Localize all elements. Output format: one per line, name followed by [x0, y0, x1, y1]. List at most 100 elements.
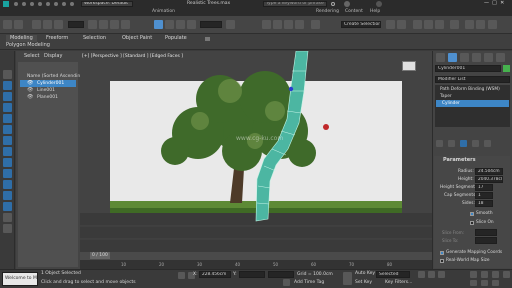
- y-coordinate-field[interactable]: [239, 271, 265, 278]
- scene-explorer-tab-select[interactable]: Select: [24, 53, 39, 60]
- object-name-field[interactable]: Cylinder001: [435, 65, 501, 72]
- ribbon-tab-selection[interactable]: Selection: [83, 35, 106, 42]
- ribbon-tab-object-paint[interactable]: Object Paint: [122, 35, 152, 42]
- remove-modifier-icon[interactable]: [472, 140, 479, 147]
- quick-access-dot[interactable]: [46, 2, 50, 6]
- stack-item-taper[interactable]: Taper: [440, 93, 452, 100]
- set-key-button[interactable]: Set Key: [355, 279, 372, 286]
- ribbon-tab-modeling[interactable]: Modeling: [6, 35, 37, 42]
- pan-icon[interactable]: [481, 271, 488, 278]
- curve-editor-icon[interactable]: [424, 20, 433, 29]
- set-key-icon[interactable]: [343, 272, 352, 285]
- spinner-snap-icon[interactable]: [295, 20, 304, 29]
- z-coordinate-field[interactable]: [268, 271, 294, 278]
- zoom-icon[interactable]: [470, 271, 477, 278]
- walk-through-icon[interactable]: [492, 280, 499, 286]
- freeze-icon[interactable]: [3, 103, 12, 112]
- spacewarps-filter-icon[interactable]: [3, 202, 12, 211]
- slice-on-checkbox[interactable]: [470, 221, 474, 225]
- viewport[interactable]: [+] [Perspective ] [Standard ] [Edged Fa…: [80, 51, 432, 269]
- quick-access-dot[interactable]: [70, 2, 74, 6]
- rect-select-icon[interactable]: [110, 20, 119, 29]
- create-tab-icon[interactable]: [436, 53, 445, 62]
- hide-icon[interactable]: [3, 92, 12, 101]
- quick-access-dot[interactable]: [38, 2, 42, 6]
- maximize-icon[interactable]: [503, 271, 510, 278]
- height-segments-input[interactable]: 17: [475, 184, 493, 191]
- helpers-filter-icon[interactable]: [3, 191, 12, 200]
- undo-icon[interactable]: [3, 20, 12, 29]
- link-icon[interactable]: [32, 20, 41, 29]
- hierarchy-tab-icon[interactable]: [460, 53, 469, 62]
- field-of-view-icon[interactable]: [481, 280, 488, 286]
- visibility-eye-icon[interactable]: 👁: [27, 80, 33, 87]
- smooth-checkbox[interactable]: [470, 212, 474, 216]
- sides-input[interactable]: 18: [475, 200, 493, 207]
- viewport-label[interactable]: [+] [Perspective ] [Standard ] [Edged Fa…: [82, 53, 183, 60]
- ribbon-tab-populate[interactable]: Populate: [165, 35, 187, 42]
- add-time-tag[interactable]: Add Time Tag: [294, 279, 324, 286]
- stack-item-path-deform[interactable]: Path Deform Binding (WSM): [440, 86, 500, 93]
- material-editor-icon[interactable]: [450, 20, 459, 29]
- goto-start-icon[interactable]: [418, 271, 425, 278]
- search-icon[interactable]: [331, 2, 335, 6]
- pin-stack-icon[interactable]: [436, 140, 443, 147]
- pivot-icon[interactable]: [226, 20, 235, 29]
- percent-snap-icon[interactable]: [284, 20, 293, 29]
- sort-icon[interactable]: [3, 213, 12, 222]
- render-frame-icon[interactable]: [476, 20, 485, 29]
- app-logo-icon[interactable]: [3, 1, 9, 7]
- reference-coordinate-dropdown[interactable]: [200, 21, 222, 28]
- time-slider[interactable]: [80, 252, 432, 260]
- list-item-label[interactable]: Line001: [37, 87, 55, 94]
- select-icon[interactable]: [88, 20, 97, 29]
- object-color-swatch[interactable]: [503, 65, 510, 72]
- quick-access-dot[interactable]: [30, 2, 34, 6]
- render-setup-icon[interactable]: [465, 20, 474, 29]
- orbit-icon[interactable]: [492, 271, 499, 278]
- modify-tab-icon[interactable]: [448, 53, 457, 62]
- render-icon[interactable]: [488, 20, 497, 29]
- slice-to-input[interactable]: [475, 237, 497, 244]
- snap-icon[interactable]: [262, 20, 271, 29]
- display-toggle-icon[interactable]: [3, 81, 12, 90]
- help-icon[interactable]: [376, 1, 382, 7]
- cameras-filter-icon[interactable]: [3, 180, 12, 189]
- time-slider-readout[interactable]: 0 / 100: [90, 252, 110, 259]
- ribbon-tab-freeform[interactable]: Freeform: [46, 35, 68, 42]
- list-item-label[interactable]: Plane001: [37, 94, 58, 101]
- place-icon[interactable]: [187, 20, 196, 29]
- quick-access-dot[interactable]: [14, 2, 18, 6]
- slice-from-input[interactable]: [475, 229, 497, 236]
- show-end-result-icon[interactable]: [448, 140, 455, 147]
- ribbon-toggle-icon[interactable]: [205, 37, 210, 41]
- window-crossing-icon[interactable]: [121, 20, 130, 29]
- selection-filter-dropdown[interactable]: [68, 21, 84, 28]
- redo-icon[interactable]: [14, 20, 23, 29]
- x-coordinate-field[interactable]: 228.456cm: [199, 271, 231, 278]
- search-input[interactable]: Type a keyword or phrase: [263, 1, 327, 7]
- quick-access-dot[interactable]: [22, 2, 26, 6]
- menu-item-animation[interactable]: Animation: [152, 9, 175, 15]
- radius-input[interactable]: 24.504cm: [475, 168, 503, 175]
- configure-sets-icon[interactable]: [484, 140, 491, 147]
- zoom-all-icon[interactable]: [470, 280, 477, 286]
- layer-explorer-icon[interactable]: [413, 20, 422, 29]
- generate-mapping-checkbox[interactable]: [440, 251, 444, 255]
- key-filters-button[interactable]: Key Filters...: [385, 279, 412, 286]
- angle-snap-icon[interactable]: [273, 20, 282, 29]
- schematic-view-icon[interactable]: [435, 20, 444, 29]
- filter-icon[interactable]: [3, 136, 12, 145]
- visibility-eye-icon[interactable]: 👁: [27, 87, 33, 94]
- parameters-title[interactable]: Parameters: [443, 157, 476, 164]
- quick-access-dot[interactable]: [62, 2, 66, 6]
- named-selection-dropdown[interactable]: Create Selection Se: [341, 21, 381, 28]
- display-tab-icon[interactable]: [484, 53, 493, 62]
- column-header-name[interactable]: Name (Sorted Ascending): [27, 73, 85, 80]
- layer-filter-icon[interactable]: [3, 114, 12, 123]
- window-controls[interactable]: — □ ✕: [484, 0, 504, 7]
- modifier-list-dropdown[interactable]: Modifier List: [435, 76, 510, 83]
- motion-tab-icon[interactable]: [472, 53, 481, 62]
- time-tag-icon[interactable]: [283, 279, 290, 286]
- move-icon[interactable]: [154, 20, 163, 29]
